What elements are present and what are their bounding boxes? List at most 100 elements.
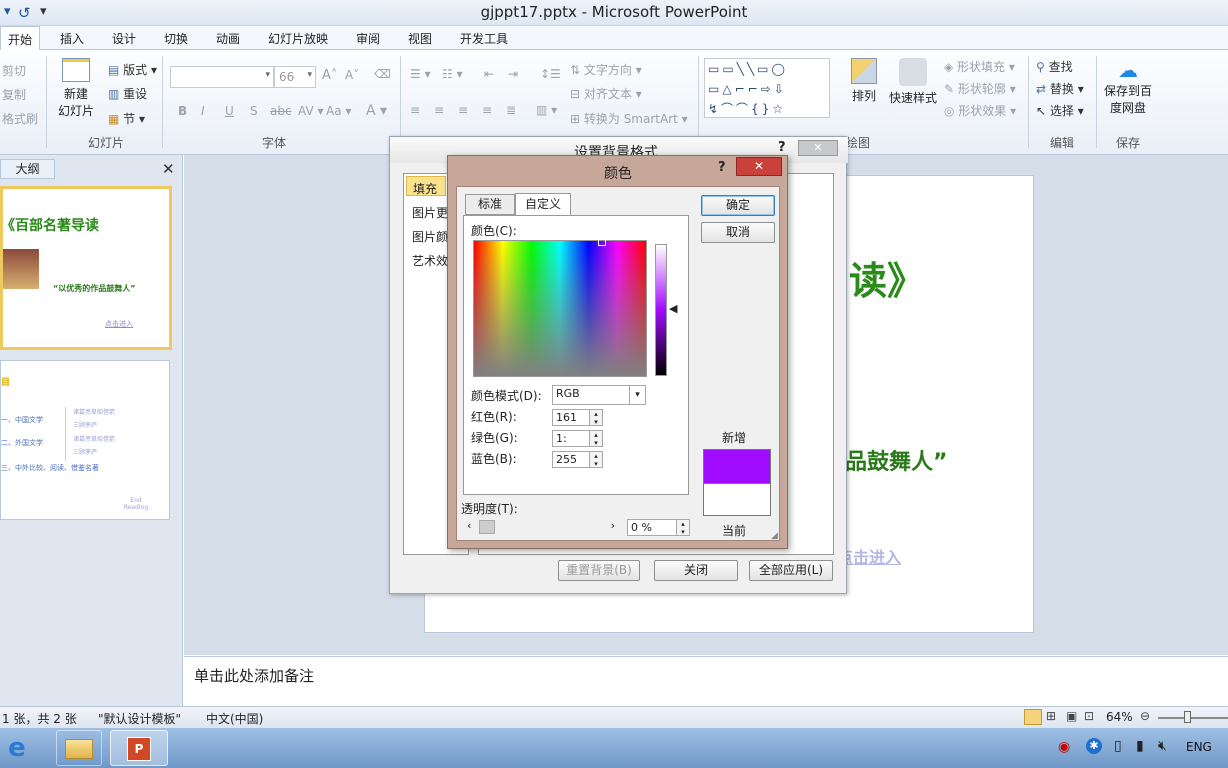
align-text-button[interactable]: ⊟ 对齐文本 ▾ — [570, 85, 642, 102]
resize-grip-icon[interactable]: ◢ — [771, 531, 778, 541]
zoom-slider-thumb[interactable] — [1184, 711, 1191, 723]
columns-icon[interactable]: ▥ ▾ — [536, 103, 557, 117]
slideshow-view-icon[interactable]: ⊡ — [1084, 709, 1094, 723]
zoom-level[interactable]: 64% — [1106, 710, 1133, 724]
tab-developer[interactable]: 开发工具 — [460, 30, 508, 47]
ie-icon[interactable]: e — [2, 732, 32, 764]
scroll-left-icon[interactable]: ‹ — [467, 519, 471, 532]
tab-view[interactable]: 视图 — [408, 30, 432, 47]
shadow-icon[interactable]: S — [250, 104, 258, 118]
format-background-help-icon[interactable]: ? — [778, 140, 786, 155]
transparency-spinner[interactable]: ▴ ▾ — [676, 519, 690, 536]
transparency-input[interactable]: 0 % — [627, 519, 677, 536]
grow-font-icon[interactable]: A˄ — [322, 68, 337, 83]
tab-home[interactable]: 开始 — [0, 26, 40, 50]
tab-slideshow[interactable]: 幻灯片放映 — [268, 30, 328, 47]
numbering-icon[interactable]: ☷ ▾ — [442, 67, 463, 81]
record-tray-icon[interactable]: ◉ — [1058, 739, 1070, 755]
scroll-right-icon[interactable]: › — [611, 519, 615, 532]
luminance-pointer-icon[interactable]: ◀ — [669, 302, 677, 315]
underline-icon[interactable]: U — [225, 104, 234, 118]
reset-button[interactable]: ▥ 重设 — [108, 85, 147, 102]
bold-icon[interactable]: B — [178, 104, 187, 118]
tab-outline[interactable]: 大纲 — [0, 159, 55, 179]
quick-styles-button[interactable]: 快速样式 — [888, 58, 938, 106]
blue-input[interactable]: 255 — [552, 451, 590, 468]
copy-button[interactable]: 复制 — [2, 86, 26, 103]
strikethrough-icon[interactable]: abc — [270, 104, 292, 118]
reading-view-icon[interactable]: ▣ — [1066, 709, 1077, 723]
bullets-icon[interactable]: ☰ ▾ — [410, 67, 431, 81]
category-picture-correction[interactable]: 图片更 — [412, 204, 448, 221]
align-left-icon[interactable]: ≡ — [410, 103, 420, 117]
green-spinner[interactable]: ▴ ▾ — [589, 430, 603, 447]
replace-button[interactable]: ⇄ 替换 ▾ — [1036, 80, 1084, 97]
line-spacing-icon[interactable]: ↕☰ — [540, 67, 561, 81]
luminance-slider[interactable] — [655, 244, 667, 376]
align-center-icon[interactable]: ≡ — [434, 103, 444, 117]
font-color-icon[interactable]: A ▾ — [366, 103, 387, 119]
blue-spinner[interactable]: ▴ ▾ — [589, 451, 603, 468]
justify-icon[interactable]: ≡ — [482, 103, 492, 117]
increase-indent-icon[interactable]: ⇥ — [508, 67, 518, 81]
shape-outline-button[interactable]: ✎ 形状轮廓 ▾ — [944, 80, 1016, 97]
input-language[interactable]: ENG — [1186, 740, 1212, 754]
font-size-combobox[interactable]: 66 ▾ — [274, 66, 316, 88]
slide-thumbnail-2[interactable]: 目 一、中国文学 二、外国文学 三、中外比较、阅读、借鉴名著 诸葛亮草船借箭 三… — [0, 360, 170, 520]
tab-insert[interactable]: 插入 — [60, 30, 84, 47]
theme-status[interactable]: "默认设计模板" — [98, 710, 181, 727]
language-status[interactable]: 中文(中国) — [206, 710, 263, 727]
color-dialog-help-icon[interactable]: ? — [718, 160, 726, 175]
shrink-font-icon[interactable]: A˅ — [345, 68, 359, 82]
tab-animations[interactable]: 动画 — [216, 30, 240, 47]
zoom-out-icon[interactable]: ⊖ — [1140, 709, 1150, 723]
text-direction-button[interactable]: ⇅ 文字方向 ▾ — [570, 61, 642, 78]
category-picture-color[interactable]: 图片颜 — [412, 228, 448, 245]
transparency-slider[interactable]: ‹ › — [463, 518, 617, 536]
convert-smartart-button[interactable]: ⊞ 转换为 SmartArt ▾ — [570, 110, 688, 127]
tab-review[interactable]: 审阅 — [356, 30, 380, 47]
apply-all-button[interactable]: 全部应用(L) — [749, 560, 833, 581]
slide-thumbnail-1[interactable]: 《百部名著导读 “以优秀的作品鼓舞人” 点击进入 — [0, 186, 172, 350]
reset-background-button[interactable]: 重置背景(B) — [558, 560, 640, 581]
distributed-icon[interactable]: ≣ — [506, 103, 516, 117]
change-case-icon[interactable]: Aa ▾ — [326, 104, 351, 118]
color-model-select[interactable]: RGB ▾ — [552, 385, 646, 405]
shapes-gallery[interactable]: ▭▭╲╲▭◯ ▭△⌐⌐⇨⇩ ↯⌒⌒{}☆ — [704, 58, 830, 118]
arrange-button[interactable]: 排列 — [846, 58, 882, 104]
layout-button[interactable]: ▤ 版式 ▾ — [108, 61, 157, 78]
find-button[interactable]: ⚲ 查找 — [1036, 58, 1073, 75]
ok-button[interactable]: 确定 — [701, 195, 775, 216]
cut-button[interactable]: 剪切 — [2, 62, 26, 79]
tab-transitions[interactable]: 切换 — [164, 30, 188, 47]
color-dialog-close-icon[interactable]: ✕ — [736, 157, 782, 176]
network-tray-icon[interactable]: ▮ — [1136, 738, 1144, 754]
clear-format-icon[interactable]: ⌫ — [374, 67, 391, 81]
font-name-combobox[interactable]: ▾ — [170, 66, 274, 88]
category-fill[interactable]: 填充 — [406, 176, 446, 196]
red-input[interactable]: 161 — [552, 409, 590, 426]
shape-effects-button[interactable]: ◎ 形状效果 ▾ — [944, 102, 1016, 119]
new-slide-button[interactable]: 新建 幻灯片 — [54, 58, 98, 119]
decrease-indent-icon[interactable]: ⇤ — [484, 67, 494, 81]
tab-custom[interactable]: 自定义 — [515, 193, 571, 216]
battery-tray-icon[interactable]: ▯ — [1114, 738, 1122, 754]
section-button[interactable]: ▦ 节 ▾ — [108, 110, 145, 127]
explorer-taskbar-button[interactable] — [56, 730, 102, 766]
tab-standard[interactable]: 标准 — [465, 194, 515, 215]
notes-pane[interactable]: 单击此处添加备注 — [184, 656, 1228, 706]
normal-view-icon[interactable] — [1024, 709, 1042, 725]
italic-icon[interactable]: I — [201, 104, 205, 118]
red-spinner[interactable]: ▴ ▾ — [589, 409, 603, 426]
category-artistic-effects[interactable]: 艺术效 — [412, 252, 448, 269]
bluetooth-tray-icon[interactable]: ✱ — [1086, 738, 1102, 754]
save-baidu-button[interactable]: ☁ 保存到百 度网盘 — [1100, 58, 1156, 116]
volume-muted-icon[interactable]: 🔇︎ — [1158, 738, 1167, 754]
tab-design[interactable]: 设计 — [112, 30, 136, 47]
powerpoint-taskbar-button[interactable]: P — [110, 730, 168, 766]
char-spacing-icon[interactable]: AV ▾ — [298, 104, 324, 118]
sorter-view-icon[interactable]: ⊞ — [1046, 709, 1056, 723]
color-spectrum[interactable] — [473, 240, 647, 377]
format-painter-button[interactable]: 格式刷 — [2, 110, 38, 127]
align-right-icon[interactable]: ≡ — [458, 103, 468, 117]
